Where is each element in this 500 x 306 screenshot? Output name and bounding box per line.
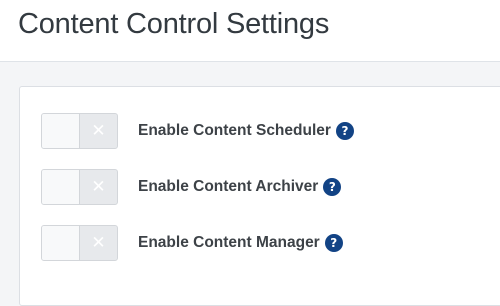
x-icon: ✕ xyxy=(91,120,106,141)
page-header: Content Control Settings xyxy=(0,0,500,62)
content-archiver-label: Enable Content Archiver xyxy=(138,178,319,195)
page-title: Content Control Settings xyxy=(18,8,330,40)
setting-row-content-scheduler: ✕ Enable Content Scheduler ? xyxy=(41,113,354,149)
question-circle-icon[interactable]: ? xyxy=(335,122,354,140)
x-icon: ✕ xyxy=(91,232,106,253)
content-manager-toggle[interactable]: ✕ xyxy=(41,225,118,261)
settings-card: ✕ Enable Content Scheduler ? ✕ Enable Co… xyxy=(19,86,500,306)
question-circle-icon[interactable]: ? xyxy=(324,234,343,252)
content-archiver-toggle[interactable]: ✕ xyxy=(41,169,118,205)
content-scheduler-toggle[interactable]: ✕ xyxy=(41,113,118,149)
toggle-knob xyxy=(42,226,80,260)
toggle-knob xyxy=(42,170,80,204)
content-scheduler-label: Enable Content Scheduler xyxy=(138,122,331,139)
question-circle-icon[interactable]: ? xyxy=(323,178,342,196)
setting-row-content-archiver: ✕ Enable Content Archiver ? xyxy=(41,169,342,205)
setting-row-content-manager: ✕ Enable Content Manager ? xyxy=(41,225,343,261)
toggle-knob xyxy=(42,114,80,148)
content-manager-label: Enable Content Manager xyxy=(138,234,320,251)
x-icon: ✕ xyxy=(91,176,106,197)
